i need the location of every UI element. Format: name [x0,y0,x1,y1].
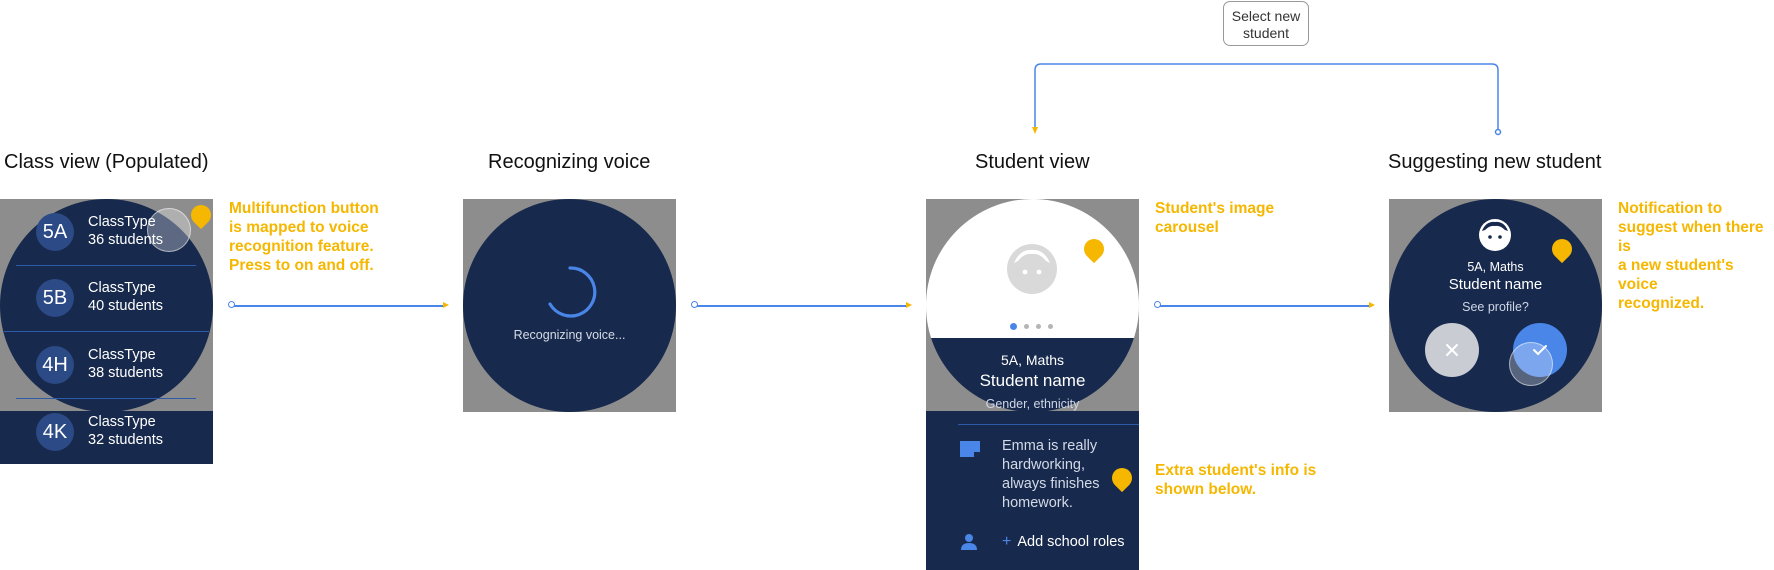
student-class-subject: 5A, Maths [1000,352,1065,368]
class-students: 40 students [88,298,163,314]
suggest-class-subject: 5A, Maths [1467,260,1524,274]
row-separator [16,265,196,266]
class-students: 38 students [88,365,163,381]
class-code-badge: 5B [36,279,74,317]
plus-icon: + [1002,533,1012,550]
connector-end [443,302,449,308]
note-icon [960,441,980,457]
row-separator [4,331,209,332]
loading-spinner-icon [548,266,597,318]
connector-start [228,301,235,308]
student-note: Emma is really hardworking, always finis… [1002,438,1100,511]
suggest-student-name: Student name [1448,276,1543,293]
connector-start [1154,301,1161,308]
add-school-roles-label: Add school roles [1017,534,1125,550]
title-suggesting: Suggesting new student [1388,151,1602,173]
class-code-badge: 4K [36,413,74,451]
title-recognizing-voice: Recognizing voice [488,151,651,173]
connector-end [1369,302,1375,308]
flow-connector [696,305,908,307]
title-student-view: Student view [975,151,1090,173]
suggest-question: See profile? [1462,300,1529,314]
note-extra-info: Extra student's info is shown below. [1155,462,1317,498]
page-dot [1048,324,1053,329]
dismiss-button[interactable] [1425,323,1479,377]
class-code-badge: 4H [36,346,74,384]
touch-indicator [1509,342,1553,386]
class-type: ClassType [88,414,156,430]
class-type: ClassType [88,347,156,363]
page-dot [1036,324,1041,329]
add-school-roles-button[interactable]: + Add school roles [1002,533,1125,551]
class-code-badge: 5A [36,213,74,251]
note-image-carousel: Student's image carousel [1155,200,1275,236]
face-icon [1007,244,1057,294]
flow-connector [233,305,445,307]
page-dot-active [1010,323,1017,330]
title-class-view: Class view (Populated) [4,151,209,173]
class-type: ClassType [88,280,156,296]
person-icon [961,534,977,550]
flow-connector [1159,305,1371,307]
recognizing-label: Recognizing voice... [513,328,626,342]
student-name: Student name [979,371,1086,390]
note-notification: Notification to suggest when there is a … [1618,200,1764,312]
student-details: Gender, ethnicity [985,397,1080,411]
class-students: 32 students [88,432,163,448]
connector-start [691,301,698,308]
face-icon [1479,219,1511,251]
info-separator [958,424,1139,425]
page-dot [1024,324,1029,329]
row-separator [16,398,196,399]
connector-end [906,302,912,308]
close-icon [1446,344,1458,356]
touch-indicator [147,208,191,252]
note-multifunction: Multifunction button is mapped to voice … [229,200,379,274]
